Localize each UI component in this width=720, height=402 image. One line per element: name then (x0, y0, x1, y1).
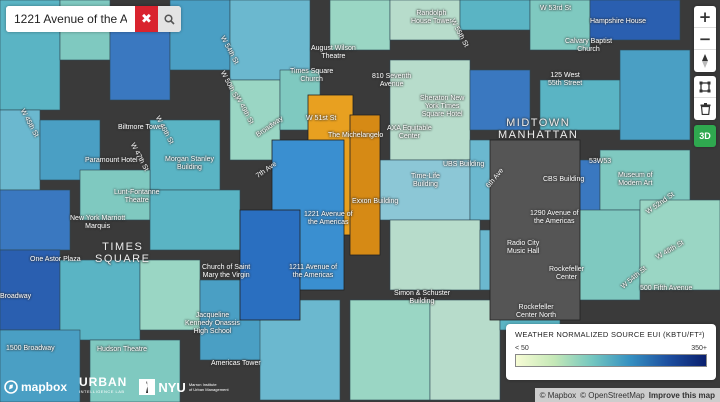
draw-controls (694, 76, 716, 120)
navigation-controls: + − (694, 6, 716, 72)
draw-polygon-button[interactable] (694, 76, 716, 98)
building-block (149, 189, 241, 251)
building-block (469, 69, 531, 131)
building-block (429, 299, 501, 401)
legend-color-ramp (515, 354, 707, 367)
building-block (0, 189, 71, 251)
search-input[interactable] (6, 6, 135, 32)
trash-icon (700, 103, 710, 115)
building-block (619, 49, 691, 141)
legend-title: WEATHER NORMALIZED SOURCE EUI (KBTU/FT²) (515, 330, 705, 339)
legend-max-label: 350+ (691, 345, 707, 352)
zoom-in-button[interactable]: + (694, 6, 716, 28)
map-attribution: © Mapbox © OpenStreetMap Improve this ma… (534, 388, 720, 402)
building-block (79, 169, 151, 221)
building-block (529, 0, 591, 51)
building-block (389, 219, 481, 291)
building-block (229, 0, 311, 81)
building-block (0, 109, 41, 191)
building-block (139, 259, 201, 331)
close-icon: ✖ (141, 11, 152, 26)
urban-subtitle: INTELLIGENCE LAB (79, 389, 125, 394)
building-block (639, 199, 720, 291)
building-block (0, 249, 61, 331)
building-block (459, 0, 531, 31)
partner-logos: mapbox URBAN INTELLIGENCE LAB NYU Marron… (4, 376, 229, 397)
mapbox-logo[interactable]: mapbox (4, 380, 67, 394)
building-grey-tower (489, 139, 581, 321)
eui-legend: WEATHER NORMALIZED SOURCE EUI (KBTU/FT²)… (506, 324, 716, 380)
urban-intelligence-lab-logo: URBAN INTELLIGENCE LAB (79, 376, 127, 397)
clear-search-button[interactable]: ✖ (135, 6, 158, 32)
nyu-marron-logo: NYU Marron Institute of Urban Management (139, 379, 229, 395)
toggle-3d-button[interactable]: 3D (694, 125, 716, 147)
building-block (59, 259, 141, 341)
delete-button[interactable] (694, 98, 716, 120)
building-block (329, 0, 391, 51)
legend-min-label: < 50 (515, 345, 529, 352)
osm-attribution-link[interactable]: © OpenStreetMap (580, 391, 645, 400)
building-block (149, 119, 221, 191)
mapbox-icon (4, 380, 18, 394)
nyu-wordmark: NYU (158, 379, 186, 395)
building-block (539, 79, 621, 131)
mapbox-attribution-link[interactable]: © Mapbox (540, 391, 577, 400)
compass-button[interactable] (694, 50, 716, 72)
building-block (589, 0, 681, 41)
search-icon (164, 13, 175, 25)
improve-map-link[interactable]: Improve this map (649, 391, 715, 400)
search-button[interactable] (158, 6, 181, 32)
zoom-out-button[interactable]: − (694, 28, 716, 50)
polygon-icon (699, 81, 711, 92)
address-search: ✖ (6, 6, 181, 32)
nyu-torch-icon (139, 379, 156, 395)
building-block (379, 159, 471, 221)
building-block (349, 299, 431, 401)
building-1211-avenue-of-the-americas (239, 209, 301, 321)
building-exxon (349, 114, 381, 256)
mapbox-wordmark: mapbox (21, 380, 68, 394)
building-block (389, 59, 471, 161)
building-block (389, 0, 461, 41)
compass-icon (702, 54, 708, 68)
nyu-subtitle-2: of Urban Management (188, 387, 229, 392)
